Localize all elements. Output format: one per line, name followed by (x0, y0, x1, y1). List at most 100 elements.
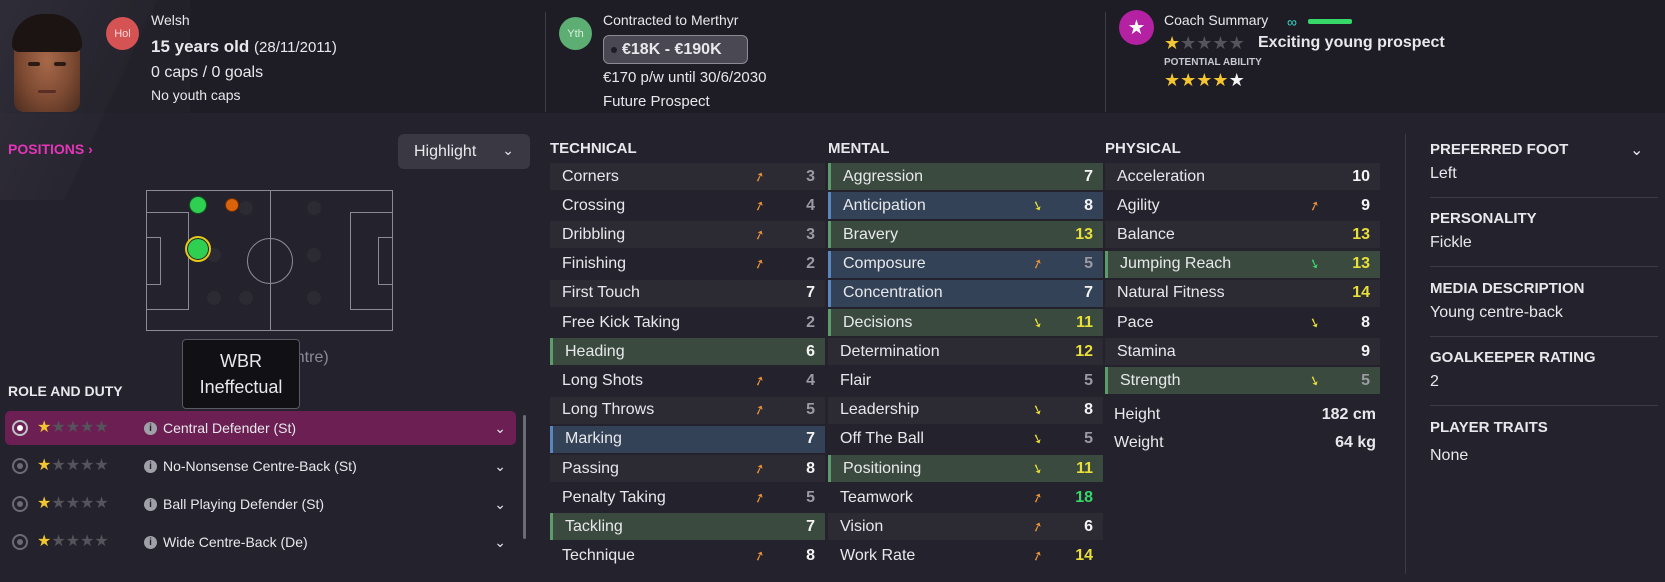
roles-scrollbar[interactable] (523, 415, 526, 539)
role-name: Wide Centre-Back (De) (163, 534, 308, 550)
attribute-row-first-touch[interactable]: First Touch 7 (550, 279, 825, 307)
attribute-row-concentration[interactable]: Concentration 7 (828, 279, 1103, 307)
attribute-row-corners[interactable]: Corners ➚ 3 (550, 163, 825, 190)
attribute-row-composure[interactable]: Composure ➚ 5 (828, 250, 1103, 278)
attribute-row-positioning[interactable]: Positioning ➚ 11 (828, 455, 1103, 482)
attribute-row-long-shots[interactable]: Long Shots ➚ 4 (550, 367, 825, 394)
attribute-name: Stamina (1117, 342, 1176, 360)
chevron-down-icon[interactable]: ⌄ (1630, 140, 1643, 160)
binoculars-icon[interactable]: ∞ (1287, 14, 1297, 30)
info-icon[interactable]: i (144, 497, 157, 511)
position-dot-dc-selected[interactable] (185, 236, 211, 262)
attribute-name: Positioning (843, 459, 922, 477)
position-dot-dc-left[interactable] (189, 196, 207, 214)
positions-link[interactable]: POSITIONS › (8, 141, 93, 157)
attribute-row-agility[interactable]: Agility ➚ 9 (1105, 192, 1380, 219)
attribute-value: 5 (1084, 371, 1093, 389)
attribute-row-bravery[interactable]: Bravery 13 (828, 221, 1103, 249)
attribute-row-teamwork[interactable]: Teamwork ➚ 18 (828, 484, 1103, 511)
attribute-row-passing[interactable]: Passing ➚ 8 (550, 455, 825, 482)
attribute-value: 18 (1075, 488, 1093, 506)
position-dot-dm[interactable] (225, 198, 239, 212)
attribute-row-work-rate[interactable]: Work Rate ➚ 14 (828, 543, 1103, 570)
attribute-row-determination[interactable]: Determination 12 (828, 338, 1103, 366)
attribute-row-stamina[interactable]: Stamina 9 (1105, 338, 1380, 366)
role-row[interactable]: ★★★★★ i Central Defender (St) ⌄ (5, 411, 516, 445)
info-icon[interactable]: i (144, 459, 157, 473)
date-of-birth: (28/11/2011) (254, 39, 337, 56)
role-name: Ball Playing Defender (St) (163, 496, 325, 512)
chevron-down-icon[interactable]: ⌄ (494, 420, 506, 437)
attribute-row-flair[interactable]: Flair 5 (828, 367, 1103, 394)
weight-row: Weight 64 kg (1114, 434, 1376, 452)
attribute-row-crossing[interactable]: Crossing ➚ 4 (550, 192, 825, 219)
info-separator (1430, 266, 1658, 267)
info-divider (1405, 134, 1406, 574)
attribute-row-acceleration[interactable]: Acceleration 10 (1105, 163, 1380, 190)
attribute-name: Tackling (565, 517, 623, 535)
attribute-row-leadership[interactable]: Leadership ➚ 8 (828, 396, 1103, 424)
role-radio[interactable] (12, 420, 28, 436)
attribute-row-off-the-ball[interactable]: Off The Ball ➚ 5 (828, 426, 1103, 453)
squad-badge[interactable]: Yth (559, 17, 592, 50)
contract-club[interactable]: Contracted to Merthyr (603, 12, 738, 28)
info-separator (1430, 405, 1658, 406)
current-ability-stars: ★★★★★ (1164, 33, 1245, 53)
attribute-row-dribbling[interactable]: Dribbling ➚ 3 (550, 221, 825, 249)
weight-label: Weight (1114, 434, 1164, 451)
attribute-row-anticipation[interactable]: Anticipation ➚ 8 (828, 192, 1103, 220)
attribute-row-free-kick-taking[interactable]: Free Kick Taking 2 (550, 309, 825, 336)
attribute-row-penalty-taking[interactable]: Penalty Taking ➚ 5 (550, 484, 825, 511)
transfer-value: €18K - €190K (622, 40, 722, 58)
attribute-row-technique[interactable]: Technique ➚ 8 (550, 543, 825, 570)
attribute-row-balance[interactable]: Balance 13 (1105, 221, 1380, 249)
attribute-name: Off The Ball (840, 430, 924, 448)
role-stars: ★★★★★ (37, 533, 109, 550)
role-row[interactable]: ★★★★★ i No-Nonsense Centre-Back (St) ⌄ (5, 449, 516, 483)
attribute-name: Long Shots (562, 371, 643, 389)
attribute-row-aggression[interactable]: Aggression 7 (828, 163, 1103, 190)
attribute-name: Technique (562, 547, 635, 565)
attribute-value: 14 (1352, 284, 1370, 302)
attribute-row-marking[interactable]: Marking 7 (550, 425, 825, 453)
info-icon[interactable]: i (144, 421, 157, 435)
arrow-up-icon: ➚ (1029, 314, 1047, 331)
nationality: Welsh (151, 12, 190, 28)
role-radio[interactable] (12, 458, 28, 474)
attribute-row-vision[interactable]: Vision ➚ 6 (828, 513, 1103, 541)
role-row[interactable]: ★★★★★ i Wide Centre-Back (De) ⌄ (5, 525, 516, 559)
attribute-name: Penalty Taking (562, 488, 666, 506)
arrow-down-icon: ➚ (751, 254, 768, 273)
attribute-row-jumping-reach[interactable]: Jumping Reach ➚ 13 (1105, 250, 1380, 278)
arrow-down-icon: ➚ (751, 546, 768, 565)
attribute-row-tackling[interactable]: Tackling 7 (550, 513, 825, 541)
role-radio[interactable] (12, 534, 28, 550)
chevron-down-icon[interactable]: ⌄ (494, 534, 506, 551)
attribute-name: Corners (562, 167, 619, 185)
attribute-row-heading[interactable]: Heading 6 (550, 338, 825, 366)
role-name: Central Defender (St) (163, 420, 297, 436)
role-radio[interactable] (12, 496, 28, 512)
highlight-dropdown[interactable]: Highlight ⌄ (398, 134, 530, 169)
attribute-row-natural-fitness[interactable]: Natural Fitness 14 (1105, 279, 1380, 307)
attribute-value: 10 (1352, 167, 1370, 185)
chevron-down-icon[interactable]: ⌄ (494, 496, 506, 513)
nation-badge[interactable]: Hol (106, 17, 139, 50)
attribute-value: 3 (806, 225, 815, 243)
attribute-row-decisions[interactable]: Decisions ➚ 11 (828, 309, 1103, 336)
attribute-value: 5 (806, 488, 815, 506)
arrow-up-icon: ➚ (1029, 198, 1047, 214)
attribute-row-finishing[interactable]: Finishing ➚ 2 (550, 251, 825, 278)
transfer-value-pill[interactable]: €18K - €190K (603, 35, 748, 64)
chevron-down-icon[interactable]: ⌄ (494, 458, 506, 475)
position-pitch[interactable] (146, 190, 393, 331)
attribute-value: 11 (1076, 313, 1093, 331)
mental-title: MENTAL (828, 140, 890, 157)
role-row[interactable]: ★★★★★ i Ball Playing Defender (St) ⌄ (5, 487, 516, 521)
attribute-row-strength[interactable]: Strength ➚ 5 (1105, 367, 1380, 395)
attribute-row-long-throws[interactable]: Long Throws ➚ 5 (550, 396, 825, 424)
attribute-value: 7 (806, 517, 815, 535)
attribute-row-pace[interactable]: Pace ➚ 8 (1105, 309, 1380, 336)
attribute-name: Free Kick Taking (562, 313, 680, 331)
info-icon[interactable]: i (144, 535, 157, 549)
